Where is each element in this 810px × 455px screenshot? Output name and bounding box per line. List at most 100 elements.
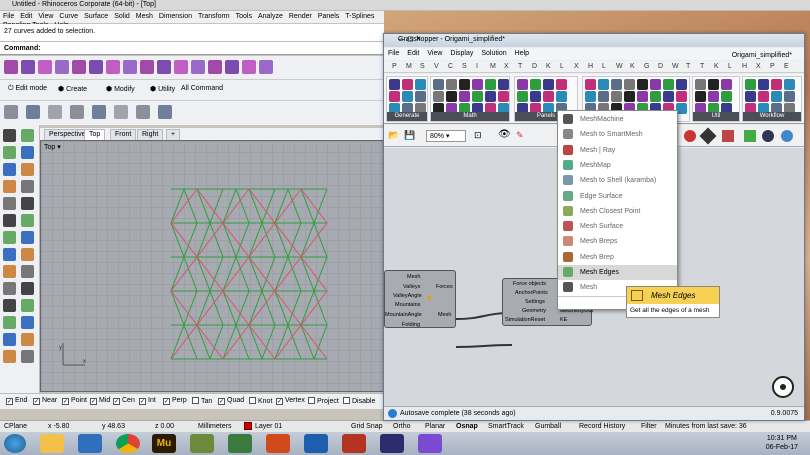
gh-category-tab[interactable]: V: [434, 63, 439, 70]
toolbar-tool-icon[interactable]: [38, 60, 52, 74]
rhino-menu-view[interactable]: View: [35, 11, 56, 20]
osnap-checkbox[interactable]: ✓: [113, 398, 120, 405]
edit-mode-button[interactable]: ⏻ Edit mode: [8, 85, 47, 93]
gh-category-tab[interactable]: D: [532, 63, 537, 70]
gh-category-tab[interactable]: X: [504, 63, 509, 70]
rhino-menu-curve[interactable]: Curve: [56, 11, 81, 20]
component-icon[interactable]: [433, 79, 444, 90]
osnap-mid[interactable]: ✓ Mid: [90, 397, 110, 405]
osnap-disable[interactable]: Disable: [343, 397, 375, 405]
component-icon[interactable]: [637, 79, 648, 90]
osnap-perp[interactable]: ✓ Perp: [163, 397, 187, 405]
component-icon[interactable]: [745, 79, 756, 90]
bake-icon[interactable]: [722, 130, 734, 142]
gumball-toggle[interactable]: Gumball: [535, 423, 561, 430]
gh-category-tab[interactable]: P: [392, 63, 397, 70]
grid-snap-toggle[interactable]: Grid Snap: [351, 423, 383, 430]
component-icon[interactable]: [389, 79, 400, 90]
shaded-icon[interactable]: [699, 127, 717, 145]
zoom-dropdown[interactable]: 80% ▾: [426, 130, 466, 142]
component-icon[interactable]: [585, 91, 596, 102]
component-icon[interactable]: [708, 79, 719, 90]
toolbar-tool-icon[interactable]: [208, 60, 222, 74]
gh-navigation-compass-icon[interactable]: [770, 374, 796, 400]
red-sphere-icon[interactable]: [684, 130, 696, 142]
component-icon[interactable]: [556, 91, 567, 102]
component-icon[interactable]: [598, 79, 609, 90]
rhino-menu-dimension[interactable]: Dimension: [156, 11, 195, 20]
left-tool-icon[interactable]: [3, 316, 16, 329]
gh-window-controls[interactable]: — ▢ ✕: [398, 35, 800, 43]
left-tool-icon[interactable]: [21, 265, 34, 278]
osnap-checkbox[interactable]: ✓: [163, 398, 170, 405]
top-viewport[interactable]: Top ▾ yx: [40, 140, 384, 392]
rhino-command-line[interactable]: Command:: [0, 42, 384, 55]
rhino-menu-solid[interactable]: Solid: [111, 11, 133, 20]
component-icon[interactable]: [530, 91, 541, 102]
gh-category-tab[interactable]: W: [616, 63, 623, 70]
chrome-taskbar-icon[interactable]: [116, 434, 140, 453]
toolbar-tool-icon[interactable]: [259, 60, 273, 74]
gh-category-tab[interactable]: D: [658, 63, 663, 70]
toolbar-tool-icon[interactable]: [158, 105, 172, 119]
gh-menu-edit[interactable]: Edit: [403, 48, 423, 59]
dropdown-item[interactable]: Mesh Brep: [558, 250, 677, 265]
osnap-near[interactable]: ✓ Near: [33, 397, 57, 405]
tab-front[interactable]: Front: [110, 129, 137, 140]
gh-category-tab[interactable]: E: [784, 63, 789, 70]
ortho-toggle[interactable]: Ortho: [393, 423, 411, 430]
toolbar-tool-icon[interactable]: [55, 60, 69, 74]
osnap-checkbox[interactable]: ✓: [90, 398, 97, 405]
component-icon[interactable]: [721, 79, 732, 90]
component-icon[interactable]: [771, 79, 782, 90]
component-icon[interactable]: [517, 91, 528, 102]
left-tool-icon[interactable]: [3, 163, 16, 176]
osnap-quad[interactable]: ✓ Quad: [218, 397, 244, 405]
component-icon[interactable]: [446, 79, 457, 90]
dropdown-item[interactable]: Edge Surface: [558, 189, 677, 204]
component-icon[interactable]: [624, 79, 635, 90]
open-file-icon[interactable]: 📂: [388, 130, 399, 141]
toolbar-tool-icon[interactable]: [70, 105, 84, 119]
add-tab-button[interactable]: +: [166, 129, 181, 140]
filter-toggle[interactable]: Filter: [641, 423, 657, 430]
rhino-menu-panels[interactable]: Panels: [315, 11, 342, 20]
toolbar-tool-icon[interactable]: [136, 105, 150, 119]
left-tool-icon[interactable]: [3, 231, 16, 244]
osnap-checkbox[interactable]: ✓: [276, 398, 283, 405]
toolbar-tool-icon[interactable]: [106, 60, 120, 74]
layer-name[interactable]: Layer 01: [255, 423, 282, 430]
component-icon[interactable]: [758, 79, 769, 90]
toolbar-tool-icon[interactable]: [123, 60, 137, 74]
gh-category-tab[interactable]: X: [574, 63, 579, 70]
osnap-project[interactable]: Project: [308, 397, 339, 405]
component-icon[interactable]: [543, 79, 554, 90]
explorer-taskbar-icon[interactable]: [40, 434, 64, 453]
left-tool-icon[interactable]: [3, 180, 16, 193]
gh-category-tab[interactable]: W: [672, 63, 679, 70]
left-tool-icon[interactable]: [21, 248, 34, 261]
toolbar-tool-icon[interactable]: [191, 60, 205, 74]
left-tool-icon[interactable]: [3, 248, 16, 261]
left-tool-icon[interactable]: [21, 282, 34, 295]
component-icon[interactable]: [771, 91, 782, 102]
dropdown-item[interactable]: Mesh Closest Point: [558, 204, 677, 219]
planar-toggle[interactable]: Planar: [425, 423, 445, 430]
component-icon[interactable]: [459, 79, 470, 90]
toolbar-tool-icon[interactable]: [242, 60, 256, 74]
preview-eye-icon[interactable]: 👁: [498, 129, 511, 140]
gh-category-tab[interactable]: G: [644, 63, 649, 70]
component-icon[interactable]: [611, 91, 622, 102]
toolbar-tool-icon[interactable]: [140, 60, 154, 74]
gh-category-tab[interactable]: M: [406, 63, 412, 70]
component-icon[interactable]: [472, 79, 483, 90]
toolbar-tool-icon[interactable]: [4, 105, 18, 119]
gh-category-tab[interactable]: T: [686, 63, 690, 70]
gh-category-tab[interactable]: M: [490, 63, 496, 70]
toolbar-tool-icon[interactable]: [89, 60, 103, 74]
osnap-checkbox[interactable]: [249, 397, 256, 404]
gh-category-tab[interactable]: I: [476, 63, 478, 70]
dropdown-item[interactable]: MeshMachine: [558, 112, 677, 127]
component-icon[interactable]: [663, 91, 674, 102]
create-button[interactable]: ⬢ Create: [58, 85, 87, 93]
